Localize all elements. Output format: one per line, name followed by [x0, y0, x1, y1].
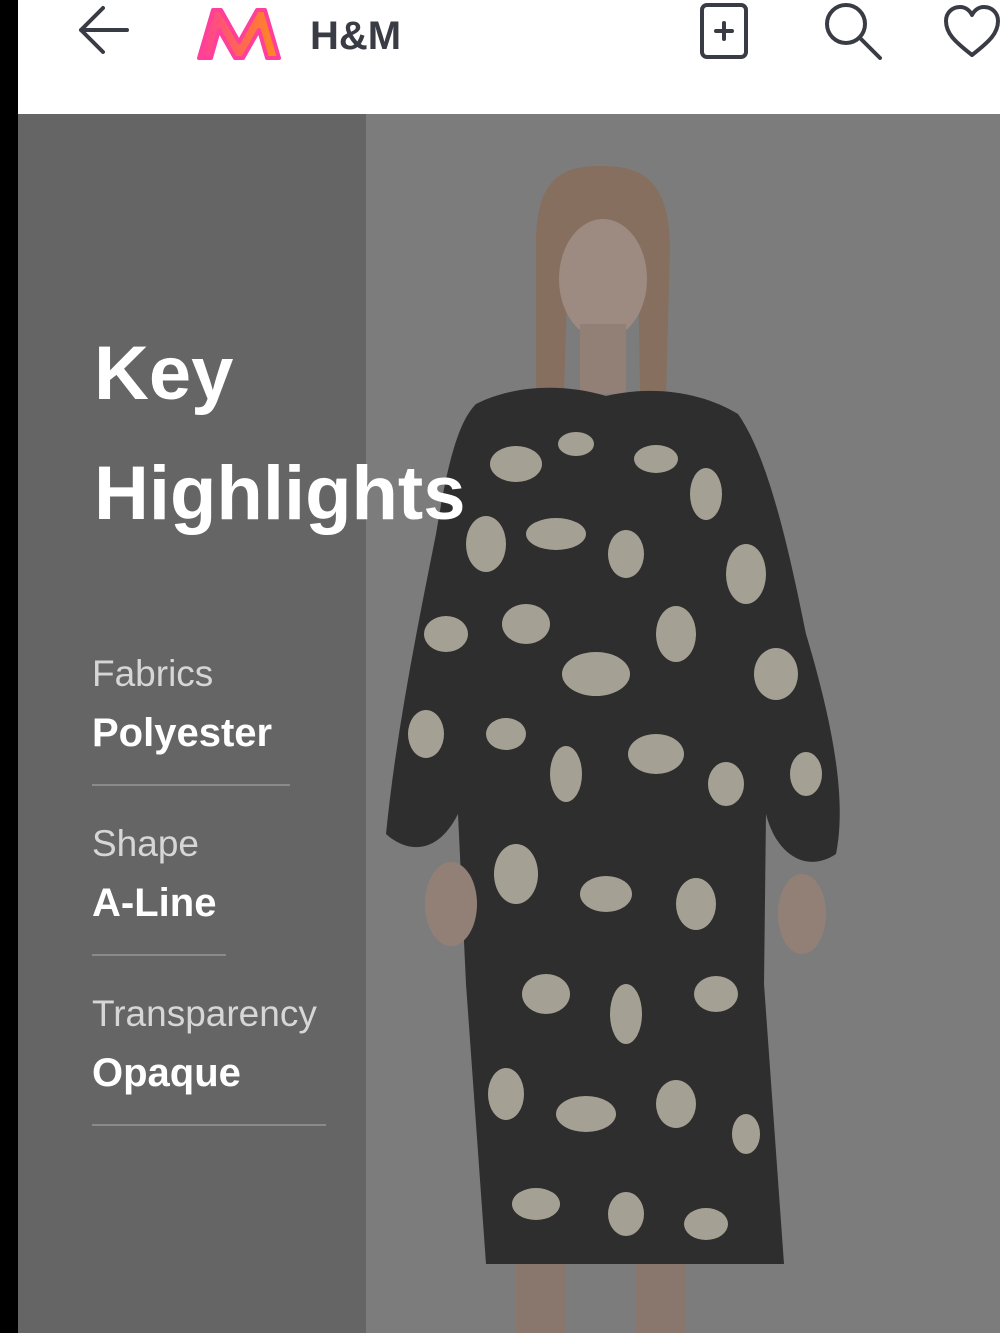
divider	[92, 784, 290, 786]
attribute-value: Polyester	[92, 711, 273, 755]
brand-name[interactable]: H&M	[310, 14, 401, 59]
back-button[interactable]	[68, 0, 138, 60]
key-highlights-title: Key Highlights	[94, 314, 594, 554]
title-line-1: Key	[94, 331, 234, 416]
attribute-value: Opaque	[92, 1051, 241, 1095]
add-button[interactable]	[698, 0, 752, 62]
attribute-label: Shape	[92, 823, 199, 864]
product-photo[interactable]	[366, 114, 1000, 1333]
search-button[interactable]	[820, 0, 886, 62]
title-line-2: Highlights	[94, 451, 466, 536]
attribute-fabrics: Fabrics Polyester	[92, 652, 332, 786]
divider	[92, 1124, 326, 1126]
attribute-label: Fabrics	[92, 653, 214, 694]
search-icon	[825, 3, 882, 60]
myntra-m-logo	[197, 8, 281, 60]
heart-icon	[944, 5, 1000, 57]
wishlist-button[interactable]	[942, 0, 1000, 62]
attribute-label: Transparency	[92, 993, 317, 1034]
top-nav-bar: H&M	[18, 0, 1000, 114]
add-to-bag-icon	[700, 3, 748, 59]
attribute-shape: Shape A-Line	[92, 822, 332, 956]
attribute-value: A-Line	[92, 881, 217, 925]
key-highlights-banner: Key Highlights Fabrics Polyester Shape A…	[18, 114, 1000, 1333]
app-screen: H&M Key Highlights Fabrics Polyester Sha…	[18, 0, 1000, 1333]
divider	[92, 954, 226, 956]
attribute-transparency: Transparency Opaque	[92, 992, 352, 1126]
arrow-left-icon	[79, 6, 129, 54]
myntra-logo[interactable]	[193, 2, 285, 66]
